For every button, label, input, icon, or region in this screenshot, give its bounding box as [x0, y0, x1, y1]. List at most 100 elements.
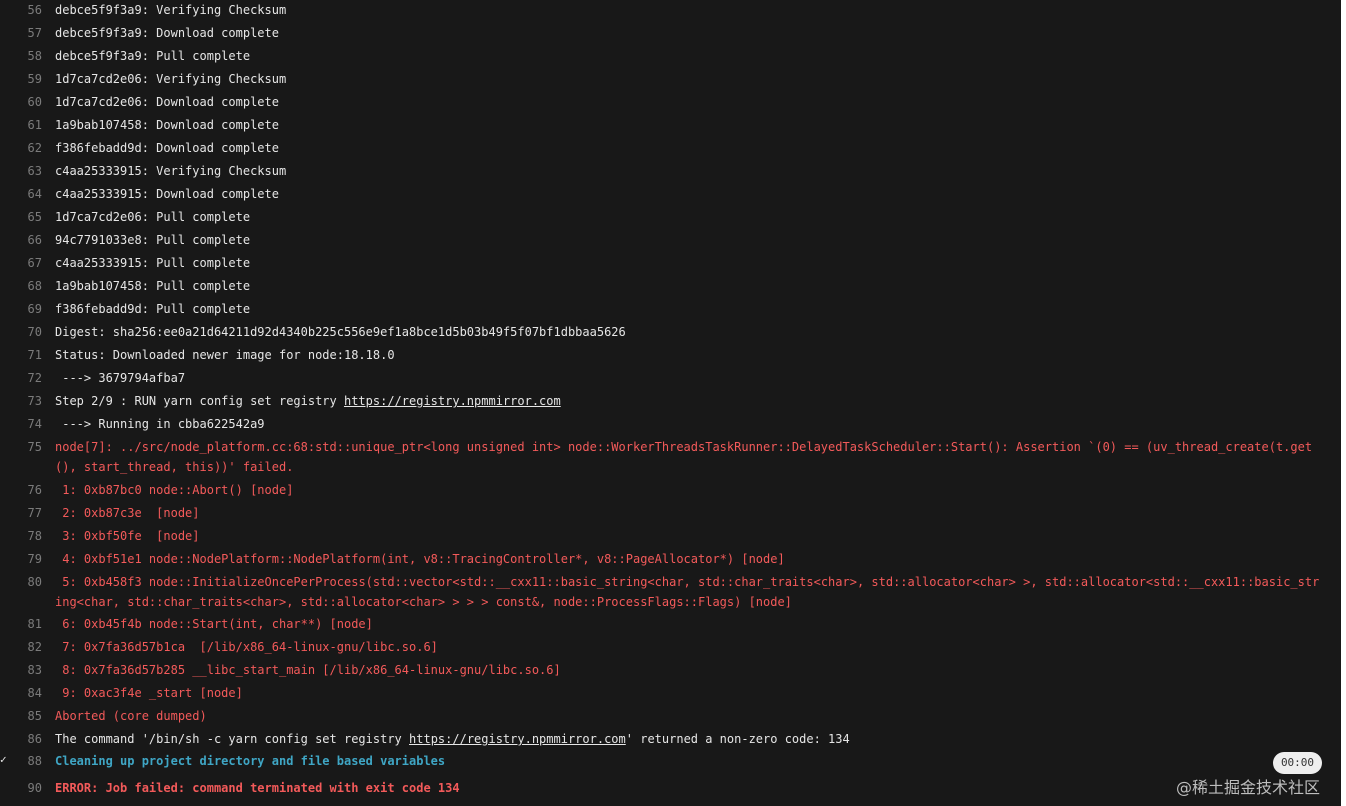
line-number-link[interactable]: 82	[0, 637, 42, 657]
log-line: 65 1d7ca7cd2e06: Pull complete	[0, 207, 1341, 227]
log-line-text: ---> Running in cbba622542a9	[55, 414, 1323, 434]
log-line-text: 4: 0xbf51e1 node::NodePlatform::NodePlat…	[55, 549, 1323, 569]
line-number-link[interactable]: 78	[0, 526, 42, 546]
log-line: 68 1a9bab107458: Pull complete	[0, 276, 1341, 296]
line-number-link[interactable]: 72	[0, 368, 42, 388]
log-line: 62 f386febadd9d: Download complete	[0, 138, 1341, 158]
line-number-link[interactable]: 61	[0, 115, 42, 135]
log-text: 3: 0xbf50fe [node]	[55, 529, 200, 543]
log-line: 63 c4aa25333915: Verifying Checksum	[0, 161, 1341, 181]
log-line-text: 9: 0xac3f4e _start [node]	[55, 683, 1323, 703]
log-text: c4aa25333915: Verifying Checksum	[55, 164, 287, 178]
log-text: 7: 0x7fa36d57b1ca [/lib/x86_64-linux-gnu…	[55, 640, 438, 654]
log-line-text: f386febadd9d: Pull complete	[55, 299, 1323, 319]
log-line-text: node[7]: ../src/node_platform.cc:68:std:…	[55, 437, 1323, 477]
line-number-link[interactable]: 65	[0, 207, 42, 227]
log-line-text: Step 2/9 : RUN yarn config set registry …	[55, 391, 1323, 411]
line-number-link[interactable]: 63	[0, 161, 42, 181]
log-line-text: debce5f9f3a9: Download complete	[55, 23, 1323, 43]
log-text: 8: 0x7fa36d57b285 __libc_start_main [/li…	[55, 663, 561, 677]
log-text: 4: 0xbf51e1 node::NodePlatform::NodePlat…	[55, 552, 785, 566]
log-text: node[7]: ../src/node_platform.cc:68:std:…	[55, 440, 1313, 474]
log-text: Step 2/9 : RUN yarn config set registry	[55, 394, 344, 408]
line-number-link[interactable]: 60	[0, 92, 42, 112]
log-line: 64 c4aa25333915: Download complete	[0, 184, 1341, 204]
log-line: 81 6: 0xb45f4b node::Start(int, char**) …	[0, 614, 1341, 634]
line-number-link[interactable]: 71	[0, 345, 42, 365]
log-line-text: Aborted (core dumped)	[55, 706, 1323, 726]
log-text: 94c7791033e8: Pull complete	[55, 233, 251, 247]
line-number-link[interactable]: 73	[0, 391, 42, 411]
log-line: 79 4: 0xbf51e1 node::NodePlatform::NodeP…	[0, 549, 1341, 569]
line-number-link[interactable]: 56	[0, 0, 42, 20]
section-duration-badge: 00:00	[1273, 752, 1322, 774]
log-line: 72 ---> 3679794afba7	[0, 368, 1341, 388]
log-line-text: 2: 0xb87c3e [node]	[55, 503, 1323, 523]
log-text: Aborted (core dumped)	[55, 709, 207, 723]
log-line: 73 Step 2/9 : RUN yarn config set registr…	[0, 391, 1341, 411]
log-line: 88 Cleaning up project directory and file…	[0, 751, 1341, 771]
line-number-link[interactable]: 70	[0, 322, 42, 342]
line-number-link[interactable]: 68	[0, 276, 42, 296]
section-collapse-chevron-icon[interactable]: ✓	[0, 753, 10, 767]
log-text: ---> Running in cbba622542a9	[55, 417, 265, 431]
log-line: 60 1d7ca7cd2e06: Download complete	[0, 92, 1341, 112]
log-line-text: debce5f9f3a9: Pull complete	[55, 46, 1323, 66]
line-number-link[interactable]: 74	[0, 414, 42, 434]
line-number-link[interactable]: 85	[0, 706, 42, 726]
log-text: 1d7ca7cd2e06: Pull complete	[55, 210, 251, 224]
line-number-link[interactable]: 81	[0, 614, 42, 634]
log-line-text: 1d7ca7cd2e06: Verifying Checksum	[55, 69, 1323, 89]
line-number-link[interactable]: 57	[0, 23, 42, 43]
registry-url-link[interactable]: https://registry.npmmirror.com	[409, 732, 626, 746]
log-line-text: 5: 0xb458f3 node::InitializeOncePerProce…	[55, 572, 1323, 612]
line-number-link[interactable]: 58	[0, 46, 42, 66]
log-line: 70 Digest: sha256:ee0a21d64211d92d4340b22…	[0, 322, 1341, 342]
log-line: 90 ERROR: Job failed: command terminated …	[0, 778, 1341, 798]
log-line: 66 94c7791033e8: Pull complete	[0, 230, 1341, 250]
log-text: 1a9bab107458: Pull complete	[55, 279, 251, 293]
log-text: c4aa25333915: Pull complete	[55, 256, 251, 270]
log-line: 86 The command '/bin/sh -c yarn config se…	[0, 729, 1341, 749]
line-number-link[interactable]: 67	[0, 253, 42, 273]
line-number-link[interactable]: 77	[0, 503, 42, 523]
line-number-link[interactable]: 75	[0, 437, 42, 457]
line-number-link[interactable]: 80	[0, 572, 42, 592]
log-text: 1: 0xb87bc0 node::Abort() [node]	[55, 483, 294, 497]
log-text: The command '/bin/sh -c yarn config set …	[55, 732, 410, 746]
log-line-text: 7: 0x7fa36d57b1ca [/lib/x86_64-linux-gnu…	[55, 637, 1323, 657]
line-number-link[interactable]: 59	[0, 69, 42, 89]
log-line: 76 1: 0xb87bc0 node::Abort() [node]	[0, 480, 1341, 500]
log-line-text: 1a9bab107458: Download complete	[55, 115, 1323, 135]
line-number-link[interactable]: 84	[0, 683, 42, 703]
log-text: 5: 0xb458f3 node::InitializeOncePerProce…	[55, 575, 1320, 609]
line-number-link[interactable]: 83	[0, 660, 42, 680]
log-line-text: 1d7ca7cd2e06: Download complete	[55, 92, 1323, 112]
log-text: 9: 0xac3f4e _start [node]	[55, 686, 243, 700]
log-line-text: ERROR: Job failed: command terminated wi…	[55, 778, 1323, 798]
log-text: 2: 0xb87c3e [node]	[55, 506, 200, 520]
line-number-link[interactable]: 62	[0, 138, 42, 158]
line-number-link[interactable]: 79	[0, 549, 42, 569]
log-line: 57 debce5f9f3a9: Download complete	[0, 23, 1341, 43]
line-number-link[interactable]: 90	[0, 778, 42, 798]
log-line-text: 6: 0xb45f4b node::Start(int, char**) [no…	[55, 614, 1323, 634]
line-number-link[interactable]: 66	[0, 230, 42, 250]
watermark: @稀土掘金技术社区	[1176, 778, 1321, 797]
registry-url-link[interactable]: https://registry.npmmirror.com	[344, 394, 561, 408]
log-line: 69 f386febadd9d: Pull complete	[0, 299, 1341, 319]
log-line: 75 node[7]: ../src/node_platform.cc:68:st…	[0, 437, 1341, 477]
log-text: debce5f9f3a9: Verifying Checksum	[55, 3, 287, 17]
line-number-link[interactable]: 64	[0, 184, 42, 204]
log-line: 71 Status: Downloaded newer image for nod…	[0, 345, 1341, 365]
log-text: c4aa25333915: Download complete	[55, 187, 279, 201]
log-text: ERROR: Job failed: command terminated wi…	[55, 781, 460, 795]
log-line: 82 7: 0x7fa36d57b1ca [/lib/x86_64-linux-…	[0, 637, 1341, 657]
log-line: 56 debce5f9f3a9: Verifying Checksum	[0, 0, 1341, 20]
line-number-link[interactable]: 69	[0, 299, 42, 319]
log-line: 77 2: 0xb87c3e [node]	[0, 503, 1341, 523]
log-line-text: The command '/bin/sh -c yarn config set …	[55, 729, 1323, 749]
line-number-link[interactable]: 86	[0, 729, 42, 749]
log-line: 83 8: 0x7fa36d57b285 __libc_start_main […	[0, 660, 1341, 680]
line-number-link[interactable]: 76	[0, 480, 42, 500]
